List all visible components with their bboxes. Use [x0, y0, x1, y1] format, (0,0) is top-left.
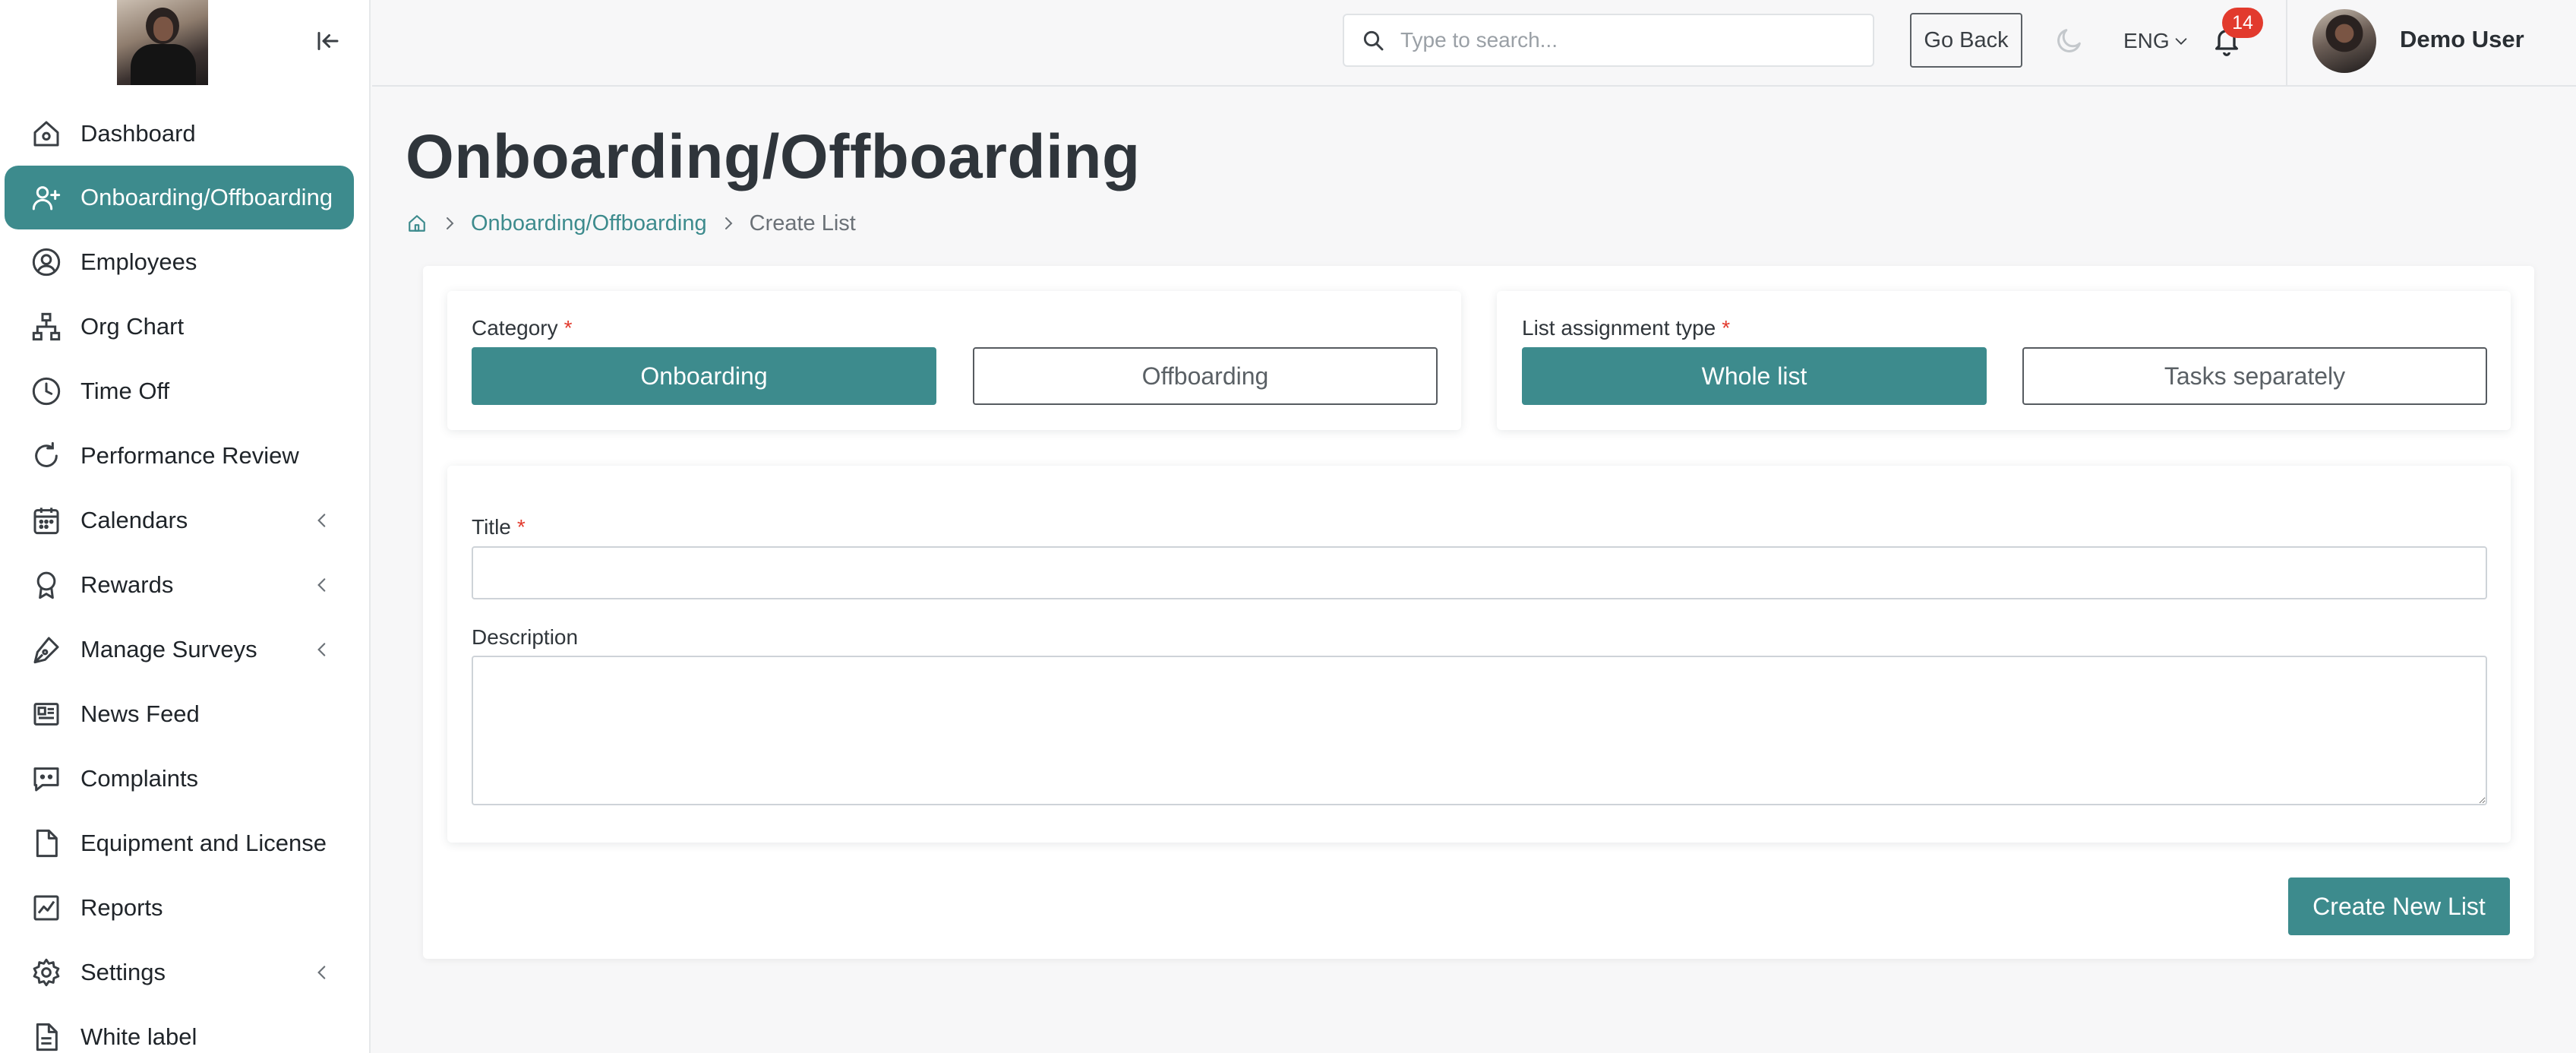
sidebar-item-settings[interactable]: Settings: [5, 941, 354, 1004]
calendar-icon: [29, 503, 64, 538]
award-icon: [29, 568, 64, 602]
sidebar-item-news-feed[interactable]: News Feed: [5, 682, 354, 746]
sidebar-item-complaints[interactable]: Complaints: [5, 747, 354, 811]
moon-icon: [2057, 29, 2081, 52]
assignment-tasks-separately-button[interactable]: Tasks separately: [2022, 347, 2487, 405]
sidebar-item-label: Manage Surveys: [80, 636, 257, 662]
category-label: Category *: [472, 316, 573, 340]
sidebar-item-label: Dashboard: [80, 120, 196, 147]
search-input[interactable]: [1400, 28, 1826, 52]
sidebar-item-onboarding-offboarding[interactable]: Onboarding/Offboarding: [5, 166, 354, 229]
sidebar-item-label: Employees: [80, 248, 197, 275]
sidebar-item-label: Calendars: [80, 507, 188, 533]
chevron-left-icon: [310, 637, 334, 662]
description-label: Description: [472, 625, 579, 649]
sidebar-item-label: White label: [80, 1023, 197, 1050]
refresh-icon: [29, 438, 64, 473]
page-title: Onboarding/Offboarding: [406, 122, 1141, 191]
user-plus-icon: [29, 180, 64, 215]
assignment-whole-list-button[interactable]: Whole list: [1522, 347, 1987, 405]
sidebar-item-calendars[interactable]: Calendars: [5, 489, 354, 552]
sidebar-item-equipment-and-license[interactable]: Equipment and License: [5, 811, 354, 875]
company-logo[interactable]: [117, 0, 208, 85]
sidebar-item-label: Rewards: [80, 571, 174, 598]
required-marker: *: [1722, 316, 1731, 340]
title-input[interactable]: [472, 546, 2487, 599]
clock-icon: [29, 374, 64, 409]
gear-icon: [29, 955, 64, 990]
sidebar-item-label: Org Chart: [80, 313, 185, 340]
sidebar-item-label: Onboarding/Offboarding: [80, 184, 333, 210]
message-icon: [29, 761, 64, 796]
sidebar-item-label: Equipment and License: [80, 830, 327, 856]
sidebar: Dashboard Onboarding/Offboarding Employe…: [0, 0, 371, 1053]
header-divider: [2286, 0, 2287, 85]
chevron-down-icon: [2173, 32, 2191, 50]
sidebar-item-rewards[interactable]: Rewards: [5, 553, 354, 617]
sidebar-item-white-label[interactable]: White label: [5, 1005, 354, 1053]
chevron-left-icon: [310, 508, 334, 533]
sidebar-item-reports[interactable]: Reports: [5, 876, 354, 940]
chevron-left-icon: [310, 573, 334, 597]
required-marker: *: [516, 515, 526, 539]
chevron-right-icon: [713, 212, 743, 235]
file-icon: [29, 826, 64, 861]
chevron-left-icon: [310, 960, 334, 985]
newspaper-icon: [29, 697, 64, 732]
sidebar-item-dashboard[interactable]: Dashboard: [5, 102, 354, 166]
category-onboarding-button[interactable]: Onboarding: [472, 347, 936, 405]
language-selector[interactable]: ENG: [2123, 26, 2191, 56]
sidebar-item-org-chart[interactable]: Org Chart: [5, 295, 354, 359]
sidebar-item-label: News Feed: [80, 700, 200, 727]
user-name[interactable]: Demo User: [2400, 26, 2524, 53]
sidebar-item-label: Reports: [80, 894, 163, 921]
chart-icon: [29, 890, 64, 925]
search-icon: [1358, 25, 1388, 55]
sidebar-item-manage-surveys[interactable]: Manage Surveys: [5, 618, 354, 681]
title-label: Title *: [472, 515, 526, 539]
sidebar-item-time-off[interactable]: Time Off: [5, 359, 354, 423]
collapse-left-icon: [317, 32, 339, 50]
category-offboarding-button[interactable]: Offboarding: [973, 347, 1438, 405]
breadcrumb-current: Create List: [749, 210, 856, 236]
home-icon: [29, 116, 64, 151]
sidebar-item-label: Complaints: [80, 765, 199, 792]
go-back-button[interactable]: Go Back: [1910, 13, 2022, 68]
user-avatar[interactable]: [2312, 9, 2376, 73]
dark-mode-toggle[interactable]: [2052, 23, 2087, 58]
language-label: ENG: [2123, 29, 2170, 52]
top-header: Go Back ENG 14 Demo User: [372, 0, 2576, 87]
description-textarea[interactable]: [472, 656, 2487, 805]
breadcrumb: Onboarding/Offboarding Create List: [406, 210, 856, 237]
search-box[interactable]: [1343, 14, 1874, 67]
pen-icon: [29, 632, 64, 667]
notification-count-badge: 14: [2222, 8, 2263, 38]
org-chart-icon: [29, 309, 64, 344]
home-icon[interactable]: [406, 212, 428, 235]
document-icon: [29, 1020, 64, 1053]
sidebar-item-performance-review[interactable]: Performance Review: [5, 424, 354, 488]
sidebar-item-label: Settings: [80, 959, 166, 985]
sidebar-collapse-button[interactable]: [310, 23, 346, 59]
chevron-right-icon: [434, 212, 465, 235]
required-marker: *: [564, 316, 573, 340]
breadcrumb-link-onboarding-offboarding[interactable]: Onboarding/Offboarding: [471, 211, 707, 236]
create-new-list-button[interactable]: Create New List: [2288, 878, 2510, 935]
sidebar-item-label: Time Off: [80, 378, 170, 404]
sidebar-item-label: Performance Review: [80, 442, 299, 469]
user-circle-icon: [29, 245, 64, 280]
sidebar-item-employees[interactable]: Employees: [5, 230, 354, 294]
assignment-type-label: List assignment type *: [1522, 316, 1731, 340]
